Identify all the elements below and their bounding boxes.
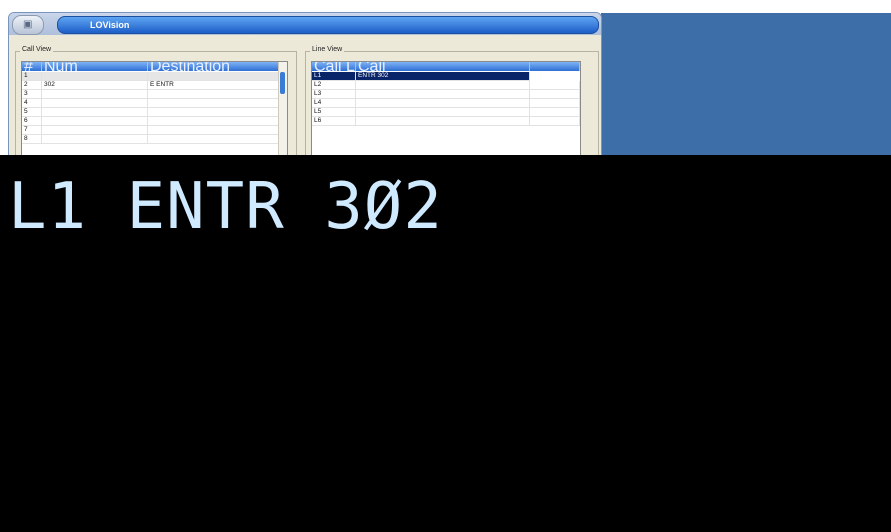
- row-num: [42, 117, 148, 125]
- row-destination: [148, 117, 279, 125]
- row-line: L6: [312, 117, 356, 125]
- call-view-label: Call View: [20, 45, 54, 55]
- row-call: ENTR 302: [356, 72, 530, 80]
- row-extra: [530, 99, 580, 107]
- call-view-header: # Num Destination: [22, 62, 279, 71]
- desktop-wallpaper: [601, 13, 891, 155]
- table-row[interactable]: 1: [22, 72, 279, 81]
- call-col-destination[interactable]: Destination: [148, 62, 279, 71]
- row-num: [42, 135, 148, 143]
- row-num: 302: [42, 81, 148, 89]
- terminal-display: L1 ENTR 3Ø2: [0, 155, 891, 532]
- row-call: [356, 81, 530, 89]
- line-col-call-line[interactable]: Call Line: [312, 62, 356, 71]
- row-index: 3: [22, 90, 42, 98]
- table-row[interactable]: 8: [22, 135, 279, 144]
- call-col-num[interactable]: Num: [42, 62, 148, 71]
- table-row[interactable]: L3: [312, 90, 580, 99]
- row-index: 1: [22, 72, 42, 80]
- table-row[interactable]: 2 302 E ENTR: [22, 81, 279, 90]
- call-view-grid[interactable]: # Num Destination 1 2 302 E ENTR 3 4 5 6…: [21, 61, 288, 156]
- row-index: 2: [22, 81, 42, 89]
- row-line: L3: [312, 90, 356, 98]
- row-call: [356, 90, 530, 98]
- row-destination: [148, 72, 279, 80]
- line-view-label: Line View: [310, 45, 345, 55]
- row-num: [42, 90, 148, 98]
- row-index: 8: [22, 135, 42, 143]
- row-num: [42, 99, 148, 107]
- line-col-extra[interactable]: [530, 62, 580, 71]
- call-view-group: Call View # Num Destination 1 2 302 E EN…: [15, 45, 297, 156]
- window-menu-button[interactable]: ▣: [12, 15, 44, 35]
- row-destination: [148, 90, 279, 98]
- line-col-call[interactable]: Call: [356, 62, 530, 71]
- row-destination: [148, 126, 279, 134]
- row-line: L2: [312, 81, 356, 89]
- row-index: 6: [22, 117, 42, 125]
- line-view-grid[interactable]: Call Line Call L1 ENTR 302 L2 L3 L4: [311, 61, 581, 156]
- row-extra: [530, 81, 580, 89]
- table-row[interactable]: 5: [22, 108, 279, 117]
- line-view-group: Line View Call Line Call L1 ENTR 302 L2 …: [305, 45, 599, 156]
- table-row[interactable]: L5: [312, 108, 580, 117]
- row-destination: [148, 108, 279, 116]
- row-line: L1: [312, 72, 356, 80]
- row-destination: [148, 99, 279, 107]
- table-row[interactable]: L2: [312, 81, 580, 90]
- row-num: [42, 108, 148, 116]
- row-call: [356, 117, 530, 125]
- table-row[interactable]: 3: [22, 90, 279, 99]
- row-line: L4: [312, 99, 356, 107]
- title-bar[interactable]: ▣ LOVision: [9, 13, 601, 35]
- table-row[interactable]: 4: [22, 99, 279, 108]
- row-extra: [530, 108, 580, 116]
- scrollbar-thumb[interactable]: [280, 72, 285, 94]
- row-destination: [148, 135, 279, 143]
- row-call: [356, 108, 530, 116]
- table-row[interactable]: 7: [22, 126, 279, 135]
- call-view-scrollbar[interactable]: [278, 62, 287, 156]
- table-row[interactable]: 6: [22, 117, 279, 126]
- title-pill: LOVision: [57, 16, 599, 34]
- row-num: [42, 126, 148, 134]
- row-line: L5: [312, 108, 356, 116]
- window-title: LOVision: [90, 20, 130, 30]
- row-num: [42, 72, 148, 80]
- row-index: 4: [22, 99, 42, 107]
- table-row[interactable]: L6: [312, 117, 580, 126]
- window-icon: ▣: [23, 19, 33, 30]
- row-destination: E ENTR: [148, 81, 279, 89]
- row-extra: [530, 117, 580, 125]
- table-row-selected[interactable]: L1 ENTR 302: [312, 72, 530, 81]
- row-index: 7: [22, 126, 42, 134]
- call-col-index[interactable]: #: [22, 62, 42, 71]
- row-extra: [530, 90, 580, 98]
- row-index: 5: [22, 108, 42, 116]
- display-text: L1 ENTR 3Ø2: [8, 170, 443, 244]
- lovision-window: ▣ LOVision Call View # Num Destination 1…: [8, 12, 602, 157]
- row-call: [356, 99, 530, 107]
- table-row[interactable]: L4: [312, 99, 580, 108]
- line-view-header: Call Line Call: [312, 62, 580, 71]
